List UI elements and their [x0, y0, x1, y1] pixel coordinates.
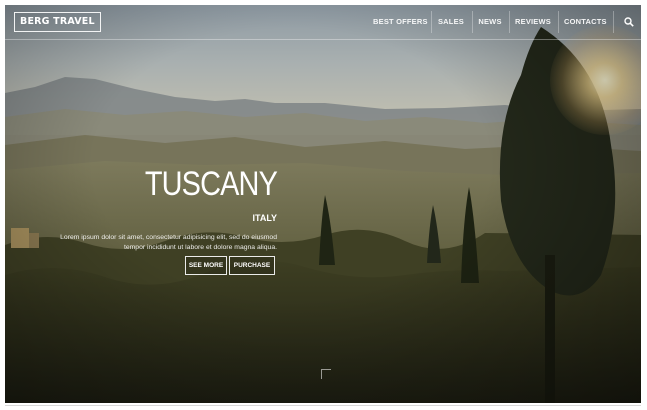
nav-contacts[interactable]: CONTACTS — [564, 5, 607, 39]
search-icon — [624, 17, 634, 27]
nav-divider — [509, 11, 510, 33]
nav-best-offers[interactable]: BEST OFFERS — [373, 5, 428, 39]
hero-screen: BERG TRAVEL BEST OFFERS SALES NEWS REVIE… — [5, 5, 641, 403]
hero-subtitle: ITALY — [252, 213, 277, 223]
nav-news[interactable]: NEWS — [478, 5, 502, 39]
see-more-button[interactable]: SEE MORE — [185, 256, 227, 275]
nav-divider — [558, 11, 559, 33]
nav-divider — [431, 11, 432, 33]
hero-title: TUSCANY — [144, 165, 278, 203]
nav-reviews[interactable]: REVIEWS — [515, 5, 551, 39]
photo-vignette — [5, 5, 641, 403]
brand-logo[interactable]: BERG TRAVEL — [14, 12, 101, 32]
nav-sales[interactable]: SALES — [437, 5, 465, 39]
top-navbar: BERG TRAVEL BEST OFFERS SALES NEWS REVIE… — [5, 5, 641, 40]
page-divider — [5, 405, 641, 406]
search-button[interactable] — [613, 5, 641, 39]
hero-description: Lorem ipsum dolor sit amet, consectetur … — [60, 234, 277, 251]
corner-marker — [321, 369, 331, 379]
purchase-button[interactable]: PURCHASE — [229, 256, 275, 275]
nav-divider — [472, 11, 473, 33]
